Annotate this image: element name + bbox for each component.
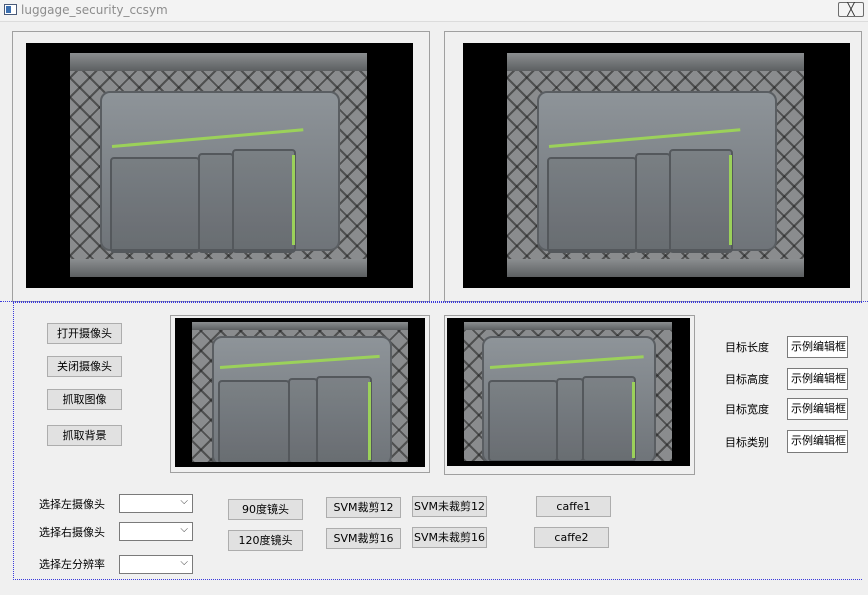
target-width-label: 目标宽度 <box>725 403 769 416</box>
left-camera-view <box>26 43 413 288</box>
preview-right-view <box>447 318 690 466</box>
left-resolution-select[interactable]: ⌵ <box>119 555 193 574</box>
panel-divider <box>0 301 868 302</box>
target-class-field[interactable]: 示例编辑框 <box>787 430 848 453</box>
title-bar: luggage_security_ccsym ╳ <box>0 0 868 22</box>
preview-left-image <box>192 322 408 462</box>
target-height-label: 目标高度 <box>725 373 769 386</box>
lens-120-button[interactable]: 120度镜头 <box>228 530 303 551</box>
close-button[interactable]: ╳ <box>838 2 864 17</box>
svm-crop-12-button[interactable]: SVM裁剪12 <box>326 497 401 518</box>
right-camera-image <box>507 53 804 277</box>
open-camera-button[interactable]: 打开摄像头 <box>47 323 122 344</box>
app-icon <box>4 4 17 15</box>
target-length-field[interactable]: 示例编辑框 <box>787 336 848 358</box>
target-height-field[interactable]: 示例编辑框 <box>787 368 848 390</box>
capture-image-button[interactable]: 抓取图像 <box>47 389 122 410</box>
svm-nocrop-12-button[interactable]: SVM未裁剪12 <box>412 496 487 517</box>
left-camera-image <box>70 53 367 277</box>
left-camera-select[interactable]: ⌵ <box>119 494 193 513</box>
right-camera-select-label: 选择右摄像头 <box>39 526 105 539</box>
capture-background-button[interactable]: 抓取背景 <box>47 425 122 446</box>
preview-right-image <box>464 322 672 461</box>
right-camera-select[interactable]: ⌵ <box>119 522 193 541</box>
svm-nocrop-16-button[interactable]: SVM未裁剪16 <box>412 527 487 548</box>
lens-90-button[interactable]: 90度镜头 <box>228 499 303 520</box>
chevron-down-icon: ⌵ <box>180 524 188 535</box>
preview-left-view <box>175 318 425 467</box>
chevron-down-icon: ⌵ <box>180 557 188 568</box>
target-width-field[interactable]: 示例编辑框 <box>787 398 848 420</box>
caffe1-button[interactable]: caffe1 <box>536 496 611 517</box>
left-resolution-select-label: 选择左分辨率 <box>39 558 105 571</box>
right-camera-view <box>463 43 850 288</box>
close-camera-button[interactable]: 关闭摄像头 <box>47 356 122 377</box>
target-length-label: 目标长度 <box>725 341 769 354</box>
target-class-label: 目标类别 <box>725 436 769 449</box>
chevron-down-icon: ⌵ <box>180 496 188 507</box>
window-title: luggage_security_ccsym <box>21 3 168 17</box>
svm-crop-16-button[interactable]: SVM裁剪16 <box>326 528 401 549</box>
caffe2-button[interactable]: caffe2 <box>534 527 609 548</box>
left-camera-select-label: 选择左摄像头 <box>39 498 105 511</box>
